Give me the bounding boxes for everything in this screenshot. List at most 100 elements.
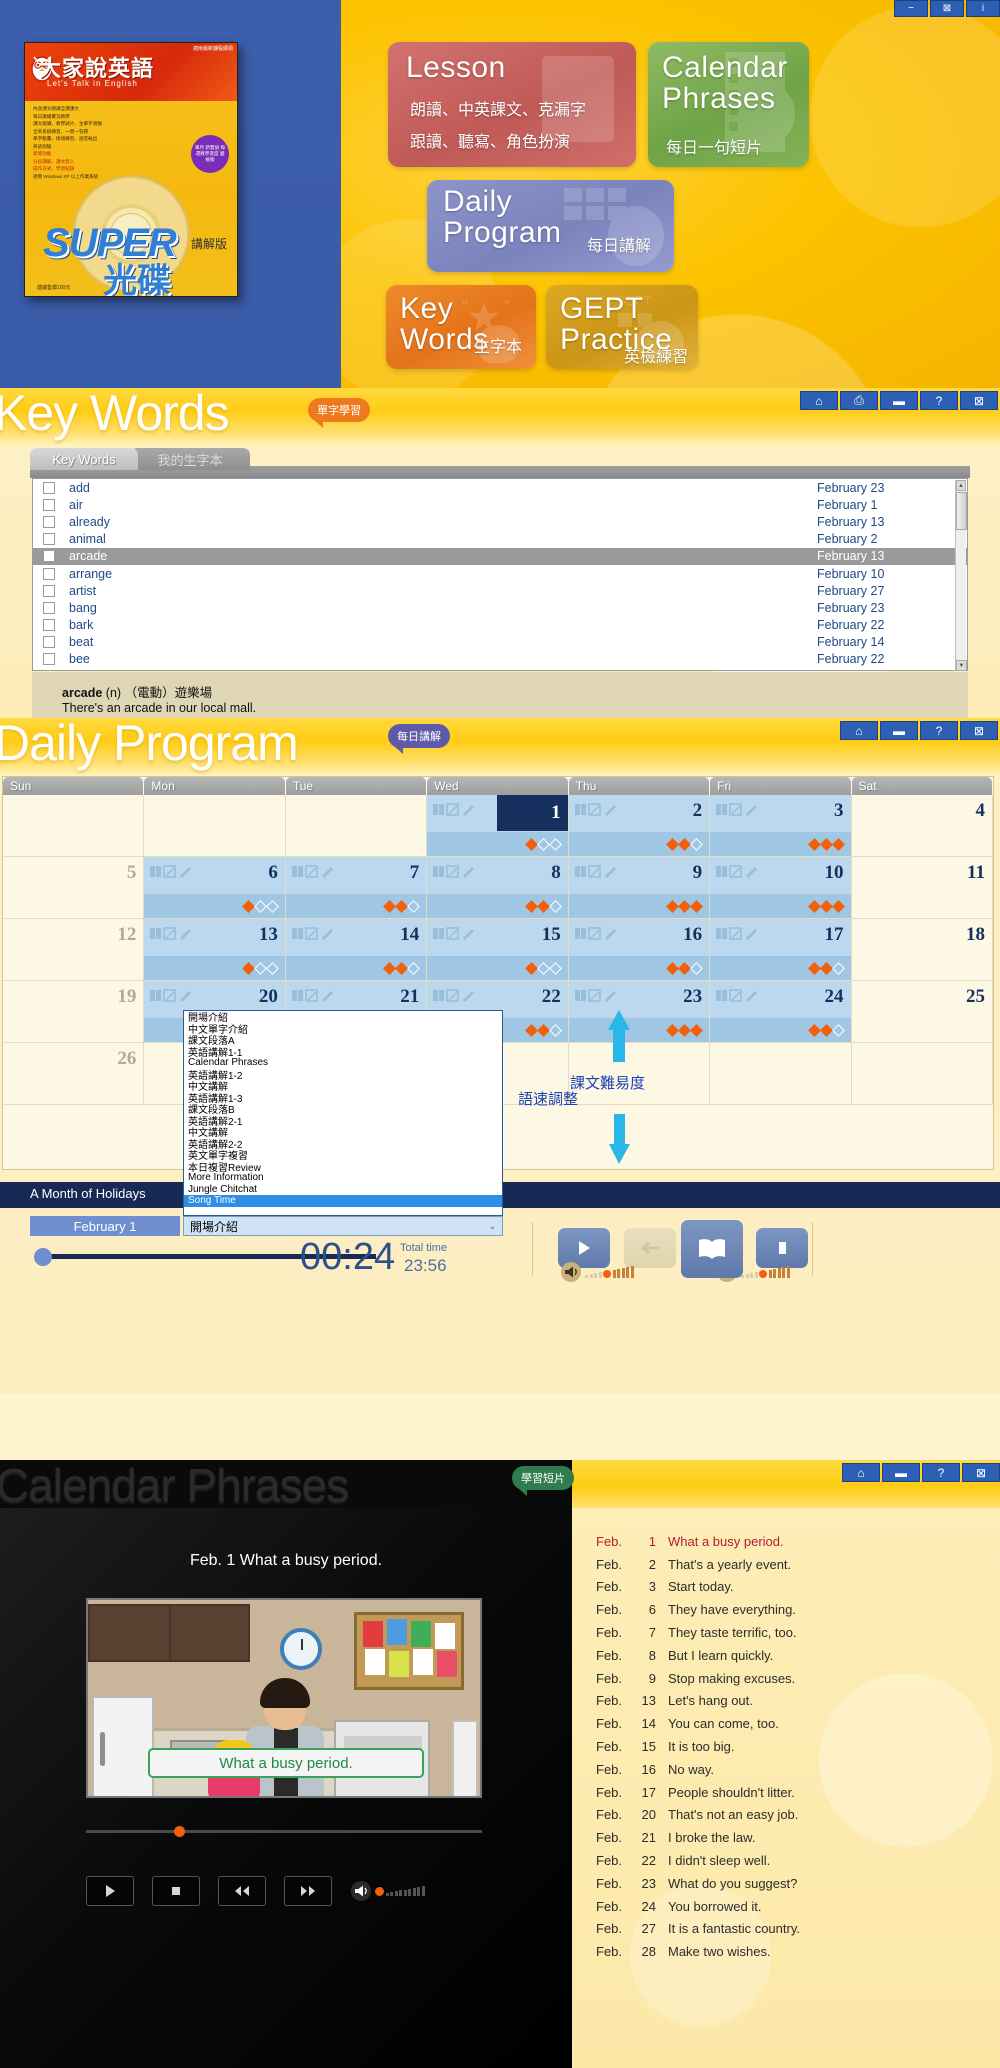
list-item[interactable]: Feb. 6 They have everything. (596, 1598, 800, 1621)
calendar-day-cell[interactable]: 9 (568, 857, 711, 919)
list-item[interactable]: Feb. 21 I broke the law. (596, 1826, 800, 1849)
scroll-up-icon[interactable]: ▲ (956, 480, 966, 491)
word-checkbox[interactable] (43, 584, 55, 597)
calendar-day-cell[interactable]: 11 (851, 857, 993, 919)
help-icon[interactable]: ? (920, 721, 958, 740)
rewind-button[interactable] (218, 1876, 266, 1906)
dropdown-option[interactable]: 英語講解2-1 (184, 1115, 502, 1128)
menu-tile-key-words[interactable]: “ ” Key Words 生字本 (386, 285, 536, 369)
word-checkbox[interactable] (43, 481, 55, 494)
close-icon[interactable]: ⊠ (962, 1463, 1000, 1482)
help-icon[interactable]: ? (922, 1463, 960, 1482)
list-item[interactable]: Feb. 16 No way. (596, 1758, 800, 1781)
calendar-day-cell[interactable]: 4 (851, 795, 993, 857)
volume-level-meter[interactable] (375, 1885, 425, 1897)
word-checkbox[interactable] (43, 636, 55, 649)
word-checkbox[interactable] (43, 619, 55, 632)
list-item[interactable]: Feb. 15 It is too big. (596, 1735, 800, 1758)
list-item[interactable]: Feb. 7 They taste terrific, too. (596, 1621, 800, 1644)
calendar-day-cell[interactable]: 6 (144, 857, 286, 919)
word-checkbox[interactable] (43, 498, 55, 511)
speed-level-meter[interactable] (741, 1265, 790, 1279)
table-row[interactable]: bee February 22 (33, 651, 967, 668)
calendar-day-cell[interactable]: 19 (3, 981, 145, 1043)
list-item[interactable]: Feb. 13 Let's hang out. (596, 1690, 800, 1713)
calendar-day-cell[interactable]: 23 (568, 981, 711, 1043)
table-row[interactable]: bang February 23 (33, 599, 967, 616)
seek-track[interactable] (86, 1830, 482, 1833)
calendar-phrases-list-pane[interactable]: Feb. 1 What a busy period. Feb. 2 That's a ye… (572, 1508, 1000, 2068)
volume-level-meter[interactable] (585, 1265, 634, 1279)
menu-tile-calendar-phrases[interactable]: Calendar Phrases 每日一句短片 (648, 42, 809, 167)
calendar-day-cell[interactable]: 8 (427, 857, 569, 919)
close-icon[interactable]: ⊠ (960, 721, 998, 740)
close-icon[interactable]: ⊠ (930, 0, 964, 17)
table-row[interactable]: arcade February 13 (33, 547, 967, 565)
info-icon[interactable]: i (966, 0, 1000, 17)
list-item[interactable]: Feb. 9 Stop making excuses. (596, 1667, 800, 1690)
calendar-day-cell[interactable]: 14 (285, 919, 428, 981)
word-checkbox[interactable] (43, 567, 55, 580)
list-item[interactable]: Feb. 23 What do you suggest? (596, 1872, 800, 1895)
list-item[interactable]: Feb. 24 You borrowed it. (596, 1895, 800, 1918)
calendar-day-cell[interactable]: 26 (3, 1043, 145, 1105)
table-row[interactable]: air February 1 (33, 496, 967, 513)
list-item[interactable]: Feb. 8 But I learn quickly. (596, 1644, 800, 1667)
word-checkbox[interactable] (43, 653, 55, 666)
key-words-list[interactable]: add February 23 air February 1 already Februa… (32, 478, 968, 671)
help-icon[interactable]: ? (920, 391, 958, 410)
tab-my-wordbook[interactable]: 我的生字本 (130, 448, 250, 470)
program-section-dropdown-list[interactable]: 開場介紹 中文單字介紹 課文段落A 英語講解1-1 Calendar Phrases 英語… (183, 1010, 503, 1216)
list-item[interactable]: Feb. 3 Start today. (596, 1576, 800, 1599)
calendar-day-cell[interactable]: 10 (710, 857, 852, 919)
table-row[interactable]: arrange February 10 (33, 565, 967, 582)
calendar-day-cell[interactable]: 15 (427, 919, 569, 981)
stop-button[interactable] (152, 1876, 200, 1906)
list-item[interactable]: Feb. 22 I didn't sleep well. (596, 1849, 800, 1872)
table-row[interactable]: bark February 22 (33, 617, 967, 634)
print-icon[interactable]: ⎙ (840, 391, 878, 410)
table-row[interactable]: beat February 14 (33, 634, 967, 651)
list-item[interactable]: Feb. 28 Make two wishes. (596, 1940, 800, 1963)
progress-knob[interactable] (34, 1248, 52, 1266)
home-icon[interactable]: ⌂ (840, 721, 878, 740)
list-item[interactable]: Feb. 14 You can come, too. (596, 1712, 800, 1735)
list-item[interactable]: Feb. 17 People shouldn't litter. (596, 1781, 800, 1804)
calendar-day-cell[interactable]: 18 (851, 919, 993, 981)
word-checkbox[interactable] (43, 601, 55, 614)
home-icon[interactable]: ⌂ (800, 391, 838, 410)
word-checkbox[interactable] (43, 515, 55, 528)
key-words-scrollbar[interactable]: ▲ ▼ (955, 480, 967, 671)
video-player[interactable]: What a busy period. (86, 1598, 482, 1798)
calendar-day-cell[interactable]: 17 (710, 919, 852, 981)
menu-tile-daily-program[interactable]: Daily Program 每日講解 (427, 180, 674, 272)
calendar-day-cell[interactable]: 12 (3, 919, 145, 981)
dropdown-option[interactable]: 英語講解1-1 (184, 1046, 502, 1059)
table-row[interactable]: artist February 27 (33, 582, 967, 599)
calendar-day-cell[interactable]: 7 (285, 857, 428, 919)
list-item[interactable]: Feb. 1 What a busy period. (596, 1530, 800, 1553)
menu-tile-lesson[interactable]: Lesson 朗讀、中英課文、克漏字 跟讀、聽寫、角色扮演 (388, 42, 636, 167)
seek-knob[interactable] (174, 1826, 185, 1837)
table-row[interactable]: already February 13 (33, 513, 967, 530)
word-checkbox[interactable] (43, 533, 55, 546)
selected-date-button[interactable]: February 1 (30, 1216, 180, 1236)
menu-tile-gept-practice[interactable]: GEPT GEPT Practice 英檢練習 (546, 285, 698, 369)
dropdown-option[interactable]: 本日複習Review (184, 1161, 502, 1174)
dropdown-option[interactable]: 英語講解1-2 (184, 1069, 502, 1082)
minimize-icon[interactable]: − (894, 0, 928, 17)
play-button[interactable] (86, 1876, 134, 1906)
calendar-day-cell[interactable]: 16 (568, 919, 711, 981)
open-book-button[interactable] (681, 1220, 743, 1278)
list-item[interactable]: Feb. 2 That's a yearly event. (596, 1553, 800, 1576)
list-item[interactable]: Feb. 20 That's not an easy job. (596, 1804, 800, 1827)
calendar-day-cell[interactable]: 24 (710, 981, 852, 1043)
scroll-down-icon[interactable]: ▼ (956, 660, 967, 671)
table-row[interactable]: animal February 2 (33, 531, 967, 548)
dropdown-option[interactable]: More Information (184, 1172, 502, 1184)
dropdown-option[interactable]: Jungle Chitchat (184, 1184, 502, 1196)
calendar-day-cell[interactable]: 13 (144, 919, 286, 981)
calendar-day-cell[interactable]: 3 (710, 795, 852, 857)
calendar-day-cell[interactable]: 2 (568, 795, 711, 857)
home-icon[interactable]: ⌂ (842, 1463, 880, 1482)
